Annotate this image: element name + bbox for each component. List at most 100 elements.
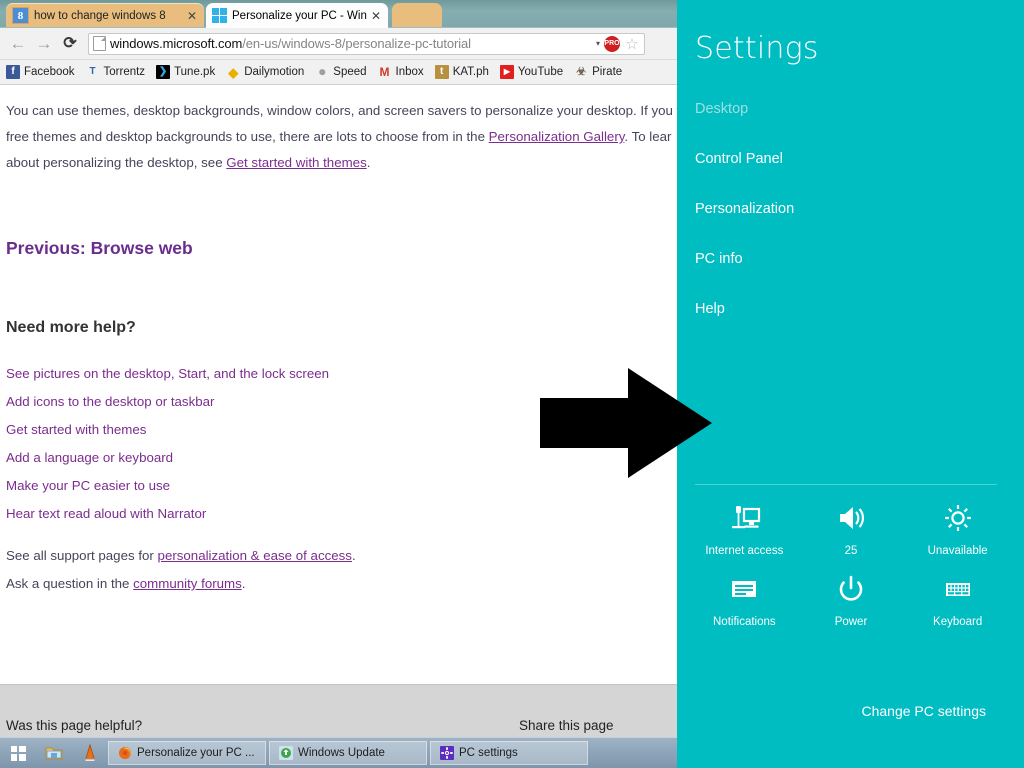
tunepk-icon: ❯ — [156, 65, 171, 79]
support-line: See all support pages for personalizatio… — [6, 542, 677, 570]
bookmark-speed[interactable]: ⏺ Speed — [315, 65, 366, 79]
chevron-down-icon[interactable]: ▾ — [596, 39, 600, 48]
firefox-icon — [117, 746, 132, 761]
quick-setting-label: Keyboard — [933, 616, 983, 628]
browser-tab-partial[interactable] — [392, 3, 442, 28]
kat-icon: t — [434, 65, 449, 79]
start-button[interactable] — [0, 738, 36, 768]
quick-setting-volume[interactable]: 25 — [798, 500, 905, 557]
back-icon[interactable]: ← — [6, 32, 30, 56]
taskbar-window-firefox[interactable]: Personalize your PC ... — [108, 741, 266, 765]
bookmark-facebook[interactable]: f Facebook — [6, 65, 75, 79]
bookmark-youtube[interactable]: ▶ YouTube — [499, 65, 563, 79]
bookmark-label: Facebook — [24, 66, 75, 78]
settings-menu: Desktop Control Panel Personalization PC… — [695, 84, 1005, 334]
panel-divider — [695, 484, 997, 485]
right-arrow-icon — [540, 368, 712, 478]
torrentz-icon: T — [89, 66, 96, 77]
quick-setting-brightness[interactable]: Unavailable — [904, 500, 1011, 557]
intro-text: free themes and desktop backgrounds to u… — [6, 129, 489, 144]
taskbar-window-pc-settings[interactable]: PC settings — [430, 741, 588, 765]
settings-item-personalization[interactable]: Personalization — [695, 184, 1005, 234]
forum-line: Ask a question in the community forums. — [6, 570, 677, 598]
browser-tab-active[interactable]: Personalize your PC - Win ✕ — [206, 3, 388, 28]
quick-setting-label: Internet access — [705, 545, 784, 557]
feedback-prompt: Was this page helpful? — [6, 718, 143, 733]
youtube-icon: ▶ — [499, 65, 514, 79]
community-forums-link[interactable]: community forums — [133, 576, 242, 591]
tab-title: how to change windows 8 — [34, 9, 166, 22]
tab-strip: 8 how to change windows 8 ✕ Personalize … — [0, 0, 677, 28]
previous-link[interactable]: Previous: Browse web — [6, 238, 677, 259]
get-started-themes-link[interactable]: Get started with themes — [226, 155, 366, 170]
adblock-icon[interactable]: PRO — [604, 35, 620, 52]
settings-item-desktop[interactable]: Desktop — [695, 84, 1005, 134]
support-text: . — [351, 548, 356, 563]
quick-setting-label: Power — [834, 616, 868, 628]
bookmark-tunepk[interactable]: ❯ Tune.pk — [156, 65, 215, 79]
personalization-gallery-link[interactable]: Personalization Gallery — [489, 129, 625, 144]
taskbar-window-windows-update[interactable]: Windows Update — [269, 741, 427, 765]
google-icon: 8 — [12, 7, 29, 24]
taskbar-file-explorer[interactable] — [36, 738, 72, 768]
power-icon — [834, 571, 868, 607]
notifications-icon — [727, 571, 761, 607]
bookmark-label: Torrentz — [103, 66, 146, 78]
taskbar-window-label: PC settings — [459, 747, 518, 759]
taskbar-window-label: Windows Update — [298, 747, 385, 759]
browser-tab-inactive[interactable]: 8 how to change windows 8 ✕ — [6, 3, 204, 28]
support-text: See all support pages for — [6, 548, 158, 563]
keyboard-icon — [941, 571, 975, 607]
gmail-icon: M — [379, 65, 390, 79]
settings-item-control-panel[interactable]: Control Panel — [695, 134, 1005, 184]
intro-line-1: You can use themes, desktop backgrounds,… — [6, 98, 677, 124]
file-explorer-icon — [45, 747, 63, 760]
bookmark-label: Speed — [333, 66, 367, 78]
settings-item-help[interactable]: Help — [695, 284, 1005, 334]
facebook-icon: f — [6, 65, 20, 79]
share-page-label[interactable]: Share this page — [519, 718, 614, 733]
bookmark-label: Inbox — [395, 66, 424, 78]
taskbar-vlc[interactable] — [72, 738, 108, 768]
settings-charm-panel: Settings Desktop Control Panel Personali… — [677, 0, 1024, 768]
forum-text: . — [241, 576, 246, 591]
support-pages-link[interactable]: personalization & ease of access — [158, 548, 352, 563]
quick-setting-label: Notifications — [713, 616, 776, 628]
piratebay-icon: ☣ — [576, 65, 587, 78]
quick-setting-notifications[interactable]: Notifications — [691, 571, 798, 628]
bookmark-kat[interactable]: t KAT.ph — [434, 65, 489, 79]
bookmarks-bar: f Facebook T Torrentz ❯ Tune.pk ◆ Dailymotio… — [0, 60, 677, 85]
list-item[interactable]: Hear text read aloud with Narrator — [6, 500, 677, 528]
intro-text: . — [366, 155, 371, 170]
quick-setting-network[interactable]: Internet access — [691, 500, 798, 557]
taskbar: Personalize your PC ... Windows Update P… — [0, 737, 677, 768]
panel-title: Settings — [695, 31, 819, 66]
close-icon[interactable]: ✕ — [186, 10, 198, 22]
reload-icon[interactable]: ⟳ — [58, 32, 82, 56]
intro-text: about personalizing the desktop, see — [6, 155, 227, 170]
windows-icon — [212, 8, 227, 23]
quick-setting-power[interactable]: Power — [798, 571, 905, 628]
brightness-icon — [941, 500, 975, 536]
bookmark-label: Pirate — [592, 66, 623, 78]
vlc-icon — [84, 744, 96, 762]
browser-toolbar: ← → ⟳ windows.microsoft.com/en-us/window… — [0, 28, 677, 60]
address-bar[interactable]: windows.microsoft.com/en-us/windows-8/pe… — [88, 32, 645, 55]
bookmark-dailymotion[interactable]: ◆ Dailymotion — [226, 65, 304, 79]
url-path: /en-us/windows-8/personalize-pc-tutorial — [242, 36, 471, 51]
bookmark-label: Dailymotion — [244, 66, 305, 78]
bookmark-inbox[interactable]: M Inbox — [378, 65, 424, 79]
url-host: windows.microsoft.com — [110, 36, 243, 51]
close-icon[interactable]: ✕ — [370, 10, 382, 22]
taskbar-window-label: Personalize your PC ... — [137, 747, 255, 759]
bookmark-pirate[interactable]: ☣ Pirate — [574, 65, 622, 79]
forward-icon[interactable]: → — [32, 32, 56, 56]
pc-settings-icon — [439, 746, 454, 761]
network-icon — [727, 500, 761, 536]
quick-setting-keyboard[interactable]: Keyboard — [904, 571, 1011, 628]
windows-start-icon — [10, 745, 26, 761]
settings-item-pc-info[interactable]: PC info — [695, 234, 1005, 284]
bookmark-star-icon[interactable]: ☆ — [624, 35, 640, 53]
bookmark-torrentz[interactable]: T Torrentz — [86, 65, 146, 79]
change-pc-settings-link[interactable]: Change PC settings — [861, 703, 986, 719]
